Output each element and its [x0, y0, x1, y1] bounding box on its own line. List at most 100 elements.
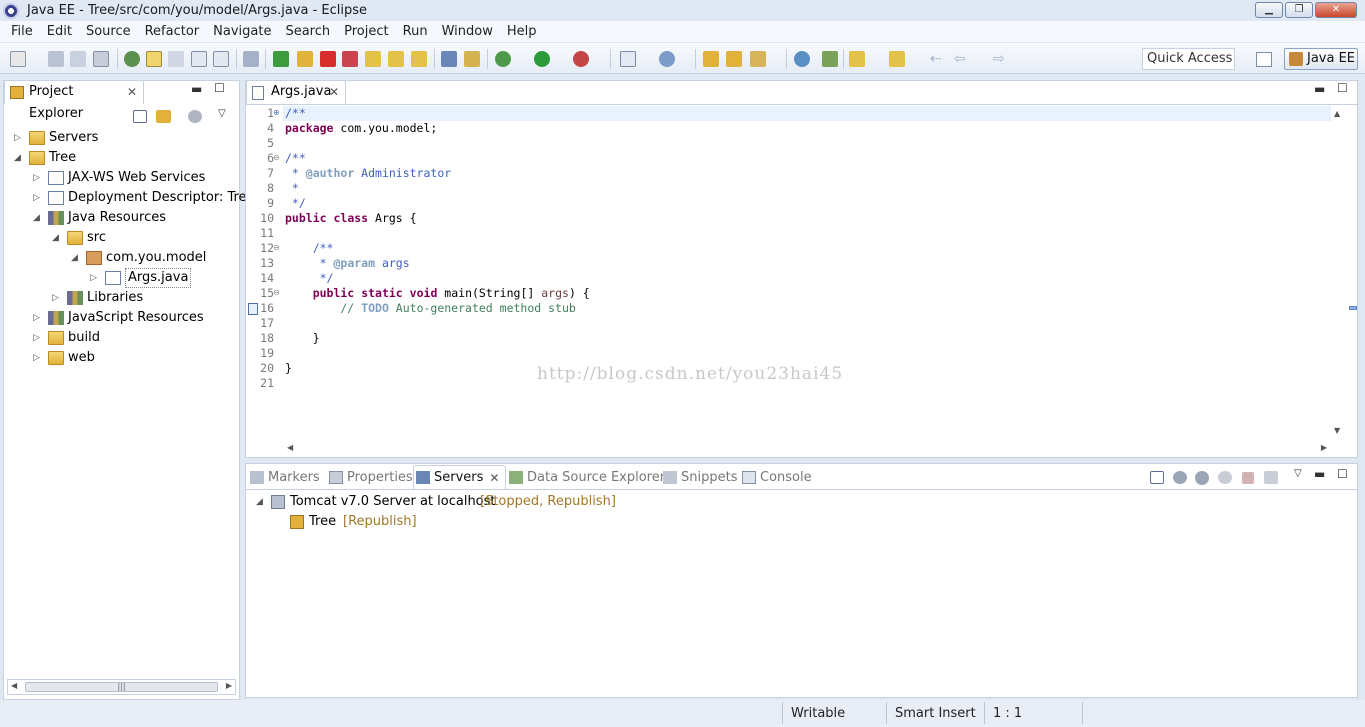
expanded-arrow-icon[interactable]: ◢	[52, 228, 59, 248]
new-web-service-icon[interactable]	[659, 51, 675, 67]
publish-icon[interactable]	[1264, 471, 1278, 484]
scroll-down-icon[interactable]: ▼	[1334, 426, 1340, 435]
resume-icon[interactable]	[273, 51, 289, 67]
tab-markers[interactable]: Markers	[248, 466, 320, 490]
collapsed-arrow-icon[interactable]: ▷	[52, 288, 59, 308]
tab-project-explorer[interactable]: Project Explorer ✕	[4, 80, 144, 121]
mark-occurrences-icon[interactable]	[146, 51, 162, 67]
scroll-left-icon[interactable]: ◀	[11, 681, 17, 690]
search-icon[interactable]	[750, 51, 766, 67]
collapsed-arrow-icon[interactable]: ▷	[33, 308, 40, 328]
run-last-tool-icon[interactable]	[573, 51, 589, 67]
view-menu-icon[interactable]: ▽	[218, 108, 226, 119]
collapsed-arrow-icon[interactable]: ▷	[33, 168, 40, 188]
menu-source[interactable]: Source	[79, 24, 138, 39]
tab-snippets[interactable]: Snippets	[661, 466, 737, 490]
close-button[interactable]: ✕	[1315, 2, 1357, 18]
explorer-horizontal-scrollbar[interactable]: ◀ ||| ▶	[7, 679, 236, 695]
minimize-editor-icon[interactable]: ▬	[1314, 82, 1325, 96]
maximize-view-icon[interactable]: ☐	[214, 81, 225, 95]
close-tab-icon[interactable]: ✕	[127, 81, 137, 103]
task-marker-icon[interactable]	[248, 303, 258, 315]
step-into-icon[interactable]	[365, 51, 381, 67]
menu-refactor[interactable]: Refactor	[138, 24, 207, 39]
debug-server-icon[interactable]	[1173, 471, 1187, 484]
editor-vertical-scrollbar[interactable]: ▲ ▼	[1331, 106, 1345, 438]
menu-file[interactable]: File	[4, 24, 40, 39]
collapsed-arrow-icon[interactable]: ▷	[33, 348, 40, 368]
open-perspective-icon[interactable]	[1256, 52, 1272, 67]
expanded-arrow-icon[interactable]: ◢	[33, 208, 40, 228]
collapse-fold-icon[interactable]: ⊖	[273, 243, 280, 252]
quick-access-input[interactable]: Quick Access	[1142, 48, 1235, 70]
new-server-icon[interactable]	[620, 51, 636, 67]
expanded-arrow-icon[interactable]: ◢	[14, 148, 21, 168]
collapsed-arrow-icon[interactable]: ▷	[33, 328, 40, 348]
link-with-editor-icon[interactable]	[156, 110, 171, 123]
profile-server-icon[interactable]	[1218, 471, 1232, 484]
minimize-view-icon[interactable]: ▬	[191, 82, 202, 96]
menu-window[interactable]: Window	[435, 24, 500, 39]
expanded-arrow-icon[interactable]: ◢	[71, 248, 78, 268]
run-icon[interactable]	[534, 51, 550, 67]
save-all-icon[interactable]	[70, 51, 86, 67]
skip-breakpoints-icon[interactable]	[243, 51, 259, 67]
minimize-view-icon[interactable]: ▬	[1314, 467, 1325, 481]
last-edit-location-icon[interactable]: ⇠	[930, 51, 946, 67]
view-menu-icon[interactable]: ▽	[1294, 468, 1302, 479]
drop-to-frame-icon[interactable]	[441, 51, 457, 67]
print-icon[interactable]	[93, 51, 109, 67]
tab-servers[interactable]: Servers ✕	[413, 465, 507, 490]
collapsed-arrow-icon[interactable]: ▷	[14, 128, 21, 148]
maximize-view-icon[interactable]: ☐	[1337, 467, 1348, 481]
close-tab-icon[interactable]: ✕	[489, 466, 499, 490]
new-icon[interactable]	[10, 51, 26, 67]
scroll-right-icon[interactable]: ▶	[1321, 443, 1327, 452]
previous-annotation-icon[interactable]	[889, 51, 905, 67]
focus-task-icon[interactable]	[188, 110, 202, 123]
open-type-icon[interactable]	[124, 51, 140, 67]
suspend-icon[interactable]	[297, 51, 313, 67]
external-tools-icon[interactable]	[822, 51, 838, 67]
open-web-browser-icon[interactable]	[794, 51, 810, 67]
open-resource-icon[interactable]	[726, 51, 742, 67]
step-over-icon[interactable]	[388, 51, 404, 67]
forward-icon[interactable]: ⇨	[993, 51, 1009, 67]
maximize-editor-icon[interactable]: ☐	[1337, 81, 1348, 95]
menu-project[interactable]: Project	[337, 24, 395, 39]
menu-help[interactable]: Help	[500, 24, 544, 39]
scroll-thumb[interactable]: |||	[25, 682, 218, 692]
save-icon[interactable]	[48, 51, 64, 67]
tab-properties[interactable]: Properties	[327, 466, 413, 490]
collapse-fold-icon[interactable]: ⊖	[273, 288, 280, 297]
menu-navigate[interactable]: Navigate	[206, 24, 278, 39]
scroll-left-icon[interactable]: ◀	[287, 443, 293, 452]
disconnect-icon[interactable]	[342, 51, 358, 67]
tab-args-java[interactable]: Args.java ✕	[246, 80, 346, 104]
debug-icon[interactable]	[495, 51, 511, 67]
start-server-icon[interactable]	[1195, 471, 1209, 485]
menu-edit[interactable]: Edit	[40, 24, 79, 39]
collapsed-arrow-icon[interactable]: ▷	[90, 268, 97, 288]
tab-data-source-explorer[interactable]: Data Source Explorer	[507, 466, 665, 490]
stop-server-icon[interactable]	[1242, 472, 1254, 484]
menu-run[interactable]: Run	[396, 24, 435, 39]
scroll-up-icon[interactable]: ▲	[1334, 109, 1340, 118]
step-return-icon[interactable]	[411, 51, 427, 67]
use-step-filters-icon[interactable]	[464, 51, 480, 67]
tab-console[interactable]: Console	[740, 466, 812, 490]
back-icon[interactable]: ⇦	[954, 51, 970, 67]
minimize-button[interactable]: ▁	[1255, 2, 1283, 18]
editor-horizontal-scrollbar[interactable]: ◀ ▶	[283, 441, 1331, 455]
expand-fold-icon[interactable]: ⊕	[273, 108, 280, 117]
word-wrap-icon[interactable]	[168, 51, 184, 67]
collapse-all-icon[interactable]	[1150, 471, 1164, 484]
open-folder-icon[interactable]	[703, 51, 719, 67]
collapse-all-icon[interactable]	[133, 110, 147, 123]
menu-search[interactable]: Search	[278, 24, 337, 39]
collapsed-arrow-icon[interactable]: ▷	[33, 188, 40, 208]
terminate-icon[interactable]	[320, 51, 336, 67]
close-tab-icon[interactable]: ✕	[329, 81, 339, 103]
block-selection-icon[interactable]	[191, 51, 207, 67]
scroll-right-icon[interactable]: ▶	[226, 681, 232, 690]
